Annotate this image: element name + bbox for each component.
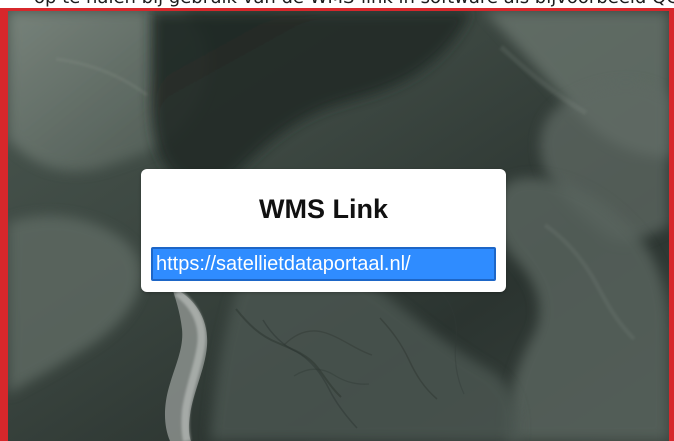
wms-link-input[interactable] — [151, 247, 496, 281]
dialog-title: WMS Link — [259, 194, 388, 224]
wms-link-dialog: WMS Link — [141, 169, 506, 292]
page: op te halen bij gebruik van de WMS-link … — [0, 0, 674, 441]
